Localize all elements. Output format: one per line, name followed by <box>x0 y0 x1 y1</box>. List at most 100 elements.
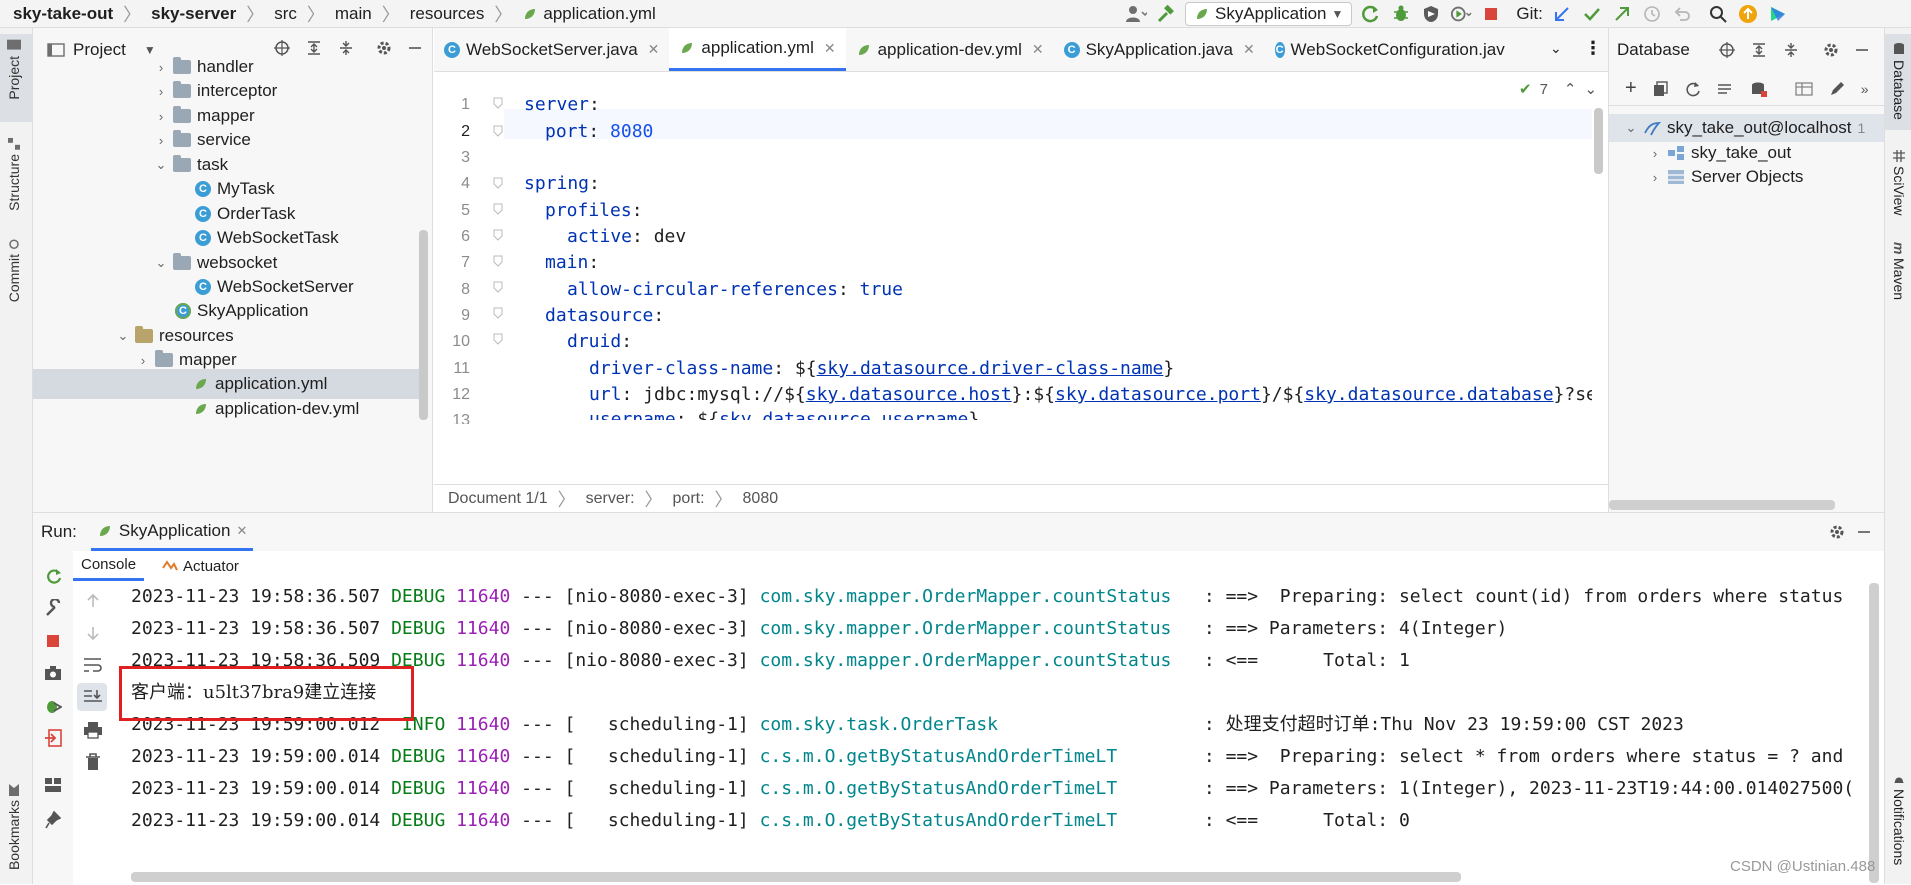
breadcrumb-item[interactable]: sky-take-out <box>13 4 113 24</box>
inspection-widget[interactable]: ✔ 7 ⌃ ⌄ <box>1519 80 1598 99</box>
locate-target-icon[interactable] <box>274 40 290 56</box>
breadcrumb-item[interactable]: 8080 <box>743 490 779 508</box>
sciview-tool-tab[interactable]: SciView <box>1891 150 1907 216</box>
table-icon[interactable] <box>1795 81 1813 97</box>
tab-actuator[interactable]: Actuator <box>154 551 247 581</box>
code-line-4[interactable]: spring: <box>524 173 600 194</box>
profiler-icon[interactable] <box>1450 3 1472 25</box>
pin-icon[interactable] <box>45 811 61 829</box>
close-icon[interactable]: ✕ <box>824 40 836 57</box>
jetbrains-logo-icon[interactable] <box>1767 3 1789 25</box>
chevron-down-icon[interactable]: ⌄ <box>1625 120 1637 136</box>
breadcrumb-item[interactable]: sky-server <box>151 4 236 24</box>
property-reference[interactable]: sky.datasource.port <box>1055 384 1261 405</box>
chevron-right-icon[interactable]: › <box>1649 170 1661 185</box>
add-icon[interactable]: + <box>1625 77 1637 100</box>
debug-restart-icon[interactable] <box>44 697 62 715</box>
tab-websocketserver-java[interactable]: C WebSocketServer.java ✕ <box>434 28 669 71</box>
chevron-down-icon[interactable]: ⌄ <box>155 255 167 271</box>
edit-pencil-icon[interactable] <box>1829 81 1845 97</box>
editor-scrollbar[interactable] <box>1594 108 1603 174</box>
breadcrumb-item[interactable]: main <box>335 4 372 24</box>
copy-icon[interactable] <box>1653 80 1669 97</box>
exit-icon[interactable] <box>44 729 62 747</box>
bookmarks-tool-tab[interactable]: Bookmarks <box>6 784 22 870</box>
wrench-icon[interactable] <box>45 599 63 617</box>
property-reference[interactable]: sky.datasource.database <box>1304 384 1553 405</box>
chevron-right-icon[interactable]: › <box>155 109 167 124</box>
user-icon[interactable] <box>1125 3 1147 25</box>
project-tool-tab[interactable]: Project <box>6 40 22 100</box>
rollback-icon[interactable] <box>1671 3 1693 25</box>
camera-dump-icon[interactable] <box>44 665 62 681</box>
chevron-right-icon[interactable]: › <box>155 60 167 75</box>
console-vertical-scrollbar[interactable] <box>1869 583 1879 883</box>
tab-application-yml[interactable]: application.yml ✕ <box>669 28 846 71</box>
console-horizontal-scrollbar[interactable] <box>131 872 1461 882</box>
run-config-tab[interactable]: SkyApplication ✕ <box>90 513 254 551</box>
tab-websocketconfiguration-java[interactable]: C WebSocketConfiguration.jav <box>1265 28 1515 71</box>
collapse-all-icon[interactable] <box>338 40 354 56</box>
code-line-10[interactable]: druid: <box>567 331 632 352</box>
chevron-down-icon[interactable]: ⌄ <box>155 157 167 173</box>
tree-item-application-dev-yml[interactable]: application-dev.yml <box>193 394 359 424</box>
code-line-1[interactable]: server: <box>524 94 600 115</box>
stop-icon[interactable] <box>1480 3 1502 25</box>
tab-application-dev-yml[interactable]: application-dev.yml ✕ <box>846 28 1054 71</box>
code-line-9[interactable]: datasource: <box>545 305 664 326</box>
code-line-7[interactable]: main: <box>545 252 599 273</box>
property-reference[interactable]: sky.datasource.driver-class-name <box>817 358 1164 379</box>
coverage-icon[interactable] <box>1420 3 1442 25</box>
close-icon[interactable]: ✕ <box>1032 41 1044 58</box>
soft-wrap-icon[interactable] <box>83 657 103 673</box>
chevron-down-icon[interactable]: ⌄ <box>1585 80 1598 98</box>
tab-overflow-chevron-icon[interactable]: ⌄ <box>1550 40 1562 57</box>
expand-all-icon[interactable] <box>306 40 322 56</box>
tab-console[interactable]: Console <box>73 551 145 581</box>
more-vertical-icon[interactable]: ⋮ <box>1584 38 1602 59</box>
code-line-2[interactable]: port: 8080 <box>545 121 653 142</box>
code-line-11[interactable]: driver-class-name: ${sky.datasource.driv… <box>589 358 1174 379</box>
chevron-right-icon[interactable]: › <box>1649 146 1661 161</box>
minimize-icon[interactable] <box>408 40 422 56</box>
layout-icon[interactable] <box>44 777 62 793</box>
console-output[interactable]: 2023-11-23 19:58:36.507 DEBUG 11640 --- … <box>121 581 1881 871</box>
database-tool-tab[interactable]: Database <box>1891 42 1907 120</box>
chevron-down-icon[interactable]: ⌄ <box>117 328 129 344</box>
database-panel-scrollbar[interactable] <box>1609 500 1835 510</box>
scroll-to-end-icon[interactable] <box>83 689 103 705</box>
chevron-up-icon[interactable]: ⌃ <box>1564 80 1577 98</box>
trash-icon[interactable] <box>85 753 101 771</box>
property-reference[interactable]: sky.datasource.host <box>806 384 1012 405</box>
chevron-right-icon[interactable]: › <box>155 84 167 99</box>
chevron-right-icon[interactable]: › <box>137 353 149 368</box>
schema-sync-icon[interactable] <box>1717 81 1735 97</box>
debug-bug-icon[interactable] <box>1390 3 1412 25</box>
git-update-icon[interactable] <box>1551 3 1573 25</box>
settings-gear-icon[interactable] <box>376 40 392 56</box>
build-hammer-icon[interactable] <box>1155 3 1177 25</box>
chevron-right-icon[interactable]: › <box>155 133 167 148</box>
locate-target-icon[interactable] <box>1719 42 1735 58</box>
breadcrumb-item[interactable]: port: <box>673 490 705 508</box>
arrow-up-icon[interactable] <box>85 593 101 609</box>
update-available-icon[interactable] <box>1737 3 1759 25</box>
refresh-icon[interactable] <box>1685 81 1701 97</box>
stop-icon[interactable] <box>45 633 61 649</box>
project-scrollbar[interactable] <box>419 230 428 420</box>
notifications-tool-tab[interactable]: Notifications <box>1891 773 1907 865</box>
search-icon[interactable] <box>1707 3 1729 25</box>
breadcrumb-item[interactable]: src <box>274 4 297 24</box>
expand-all-icon[interactable] <box>1751 42 1767 58</box>
maven-tool-tab[interactable]: m Maven <box>1891 242 1907 300</box>
history-clock-icon[interactable] <box>1641 3 1663 25</box>
project-panel-title[interactable]: Project <box>73 40 126 60</box>
document-indicator[interactable]: Document 1/1 <box>448 490 548 508</box>
code-line-5[interactable]: profiles: <box>545 200 643 221</box>
collapse-all-icon[interactable] <box>1783 42 1799 58</box>
property-reference[interactable]: sky.datasource.username <box>719 409 968 420</box>
commit-tool-tab[interactable]: Commit <box>6 238 22 302</box>
code-line-12[interactable]: url: jdbc:mysql://${sky.datasource.host}… <box>589 384 1592 405</box>
close-icon[interactable]: ✕ <box>236 523 247 539</box>
structure-tool-tab[interactable]: Structure <box>6 138 22 211</box>
